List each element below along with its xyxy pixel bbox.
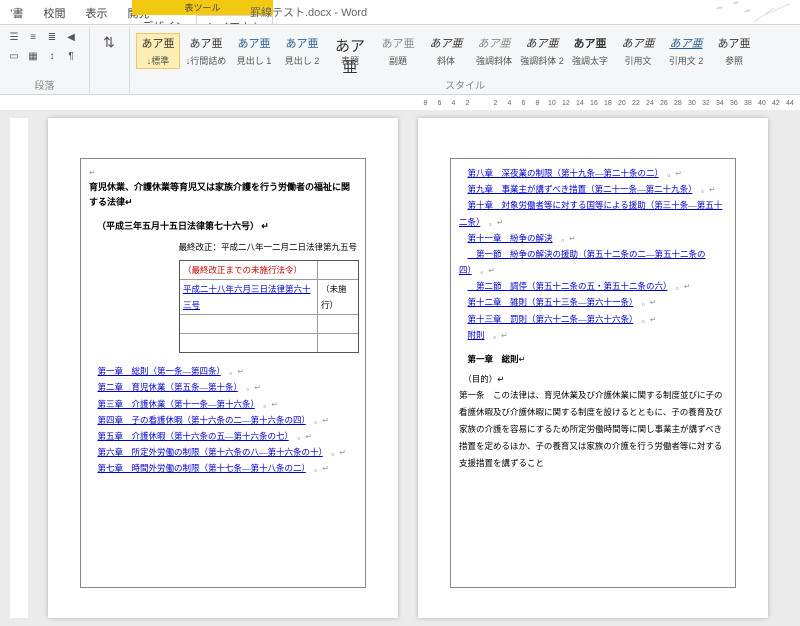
- style-reference[interactable]: あア亜参照: [712, 35, 756, 67]
- style-nospacing[interactable]: あア亜↓行間詰め: [184, 35, 228, 67]
- paragraph-marks-button[interactable]: ¶: [63, 48, 79, 64]
- style-subtitle[interactable]: あア亜副題: [376, 35, 420, 67]
- toc-link[interactable]: 第十一章 紛争の解決 。↵: [459, 230, 727, 246]
- styles-group-label: スタイル: [136, 77, 794, 93]
- numbering-button[interactable]: ≡: [25, 29, 41, 45]
- style-quote[interactable]: あア亜引用文: [616, 35, 660, 67]
- shading-button[interactable]: ▦: [25, 48, 41, 64]
- toc-link[interactable]: 第十二章 雑則（第五十三条―第六十一条） 。↵: [459, 294, 727, 310]
- tab-view[interactable]: 表示: [75, 2, 117, 24]
- title-decoration: [704, 0, 794, 24]
- paragraph-tools: ☰ ≡ ≣ ◀ ▭ ▦ ↕ ¶: [6, 29, 83, 64]
- horizontal-ruler[interactable]: 8642246810121416182022242628303234363840…: [0, 95, 800, 111]
- spacing-button[interactable]: ⇅: [96, 29, 122, 55]
- toc-link[interactable]: 第十三章 罰則（第六十二条―第六十六条） 。↵: [459, 311, 727, 327]
- tab-review[interactable]: 校閲: [33, 2, 75, 24]
- toc-link[interactable]: 第二章 育児休業（第五条―第十条） 。↵: [89, 379, 357, 395]
- vertical-ruler[interactable]: [10, 118, 28, 618]
- style-title[interactable]: あア亜表題: [328, 35, 372, 67]
- toc-link[interactable]: 第九章 事業主が講ずべき措置（第二十一条―第二十九条） 。↵: [459, 181, 727, 197]
- style-emphasis2[interactable]: あア亜強調斜体 2: [520, 35, 564, 67]
- page-1[interactable]: ↵ 育児休業、介護休業等育児又は家族介護を行う労働者の福祉に関する法律↵ （平成…: [48, 118, 398, 618]
- toc-link[interactable]: 第四章 子の看護休暇（第十六条の二―第十六条の四） 。↵: [89, 412, 357, 428]
- decrease-indent-button[interactable]: ◀: [63, 29, 79, 45]
- styles-gallery[interactable]: あア亜↓標準 あア亜↓行間詰め あア亜見出し 1 あア亜見出し 2 あア亜表題 …: [136, 29, 794, 69]
- style-heading2[interactable]: あア亜見出し 2: [280, 35, 324, 67]
- paragraph-group-label: 段落: [6, 77, 83, 93]
- toc-link[interactable]: 第五章 介護休暇（第十六条の五―第十六条の七） 。↵: [89, 428, 357, 444]
- toc-link[interactable]: 第二節 調停（第五十二条の五・第五十二条の六） 。↵: [459, 278, 727, 294]
- toc-link[interactable]: 第十章 対象労働者等に対する国等による援助（第三十条―第五十二条） 。↵: [459, 197, 727, 229]
- toc-link[interactable]: 第八章 深夜業の制限（第十九条―第二十条の二） 。↵: [459, 165, 727, 181]
- bullets-button[interactable]: ☰: [6, 29, 22, 45]
- page-2[interactable]: 第八章 深夜業の制限（第十九条―第二十条の二） 。↵ 第九章 事業主が講ずべき措…: [418, 118, 768, 618]
- style-quote2[interactable]: あア亜引用文 2: [664, 35, 708, 67]
- toc-link[interactable]: 第一章 総則（第一条―第四条） 。↵: [89, 363, 357, 379]
- document-area[interactable]: ↵ 育児休業、介護休業等育児又は家族介護を行う労働者の福祉に関する法律↵ （平成…: [0, 110, 800, 626]
- style-strong[interactable]: あア亜強調太字: [568, 35, 612, 67]
- multilevel-button[interactable]: ≣: [44, 29, 60, 45]
- style-italic[interactable]: あア亜斜体: [424, 35, 468, 67]
- ribbon: ☰ ≡ ≣ ◀ ▭ ▦ ↕ ¶ 段落 ⇅ あア亜↓標準 あア亜↓行間詰め あア亜…: [0, 24, 800, 94]
- style-emphasis[interactable]: あア亜強調斜体: [472, 35, 516, 67]
- ribbon-tabbar: ’書 校閲 表示 開発 表ツール デザイン レイアウト 罫線テスト.docx -…: [0, 0, 800, 24]
- style-normal[interactable]: あア亜↓標準: [136, 33, 180, 69]
- tab-doc[interactable]: ’書: [0, 2, 33, 24]
- toc-link[interactable]: 第六章 所定外労働の制限（第十六条の八―第十六条の十） 。↵: [89, 444, 357, 460]
- toc-link[interactable]: 第三章 介護休業（第十一条―第十六条） 。↵: [89, 396, 357, 412]
- toc-link[interactable]: 第一節 紛争の解決の援助（第五十二条の二―第五十二条の四） 。↵: [459, 246, 727, 278]
- style-heading1[interactable]: あア亜見出し 1: [232, 35, 276, 67]
- toc-link[interactable]: 附則 。↵: [459, 327, 727, 343]
- window-title: 罫線テスト.docx - Word: [250, 4, 367, 20]
- revision-table[interactable]: （最終改正までの未施行法令） 平成二十八年六月三日法律第六十三号（未施行）: [179, 260, 359, 354]
- toc-link[interactable]: 第七章 時間外労働の制限（第十七条―第十八条の二） 。↵: [89, 460, 357, 476]
- border-button[interactable]: ▭: [6, 48, 22, 64]
- sort-button[interactable]: ↕: [44, 48, 60, 64]
